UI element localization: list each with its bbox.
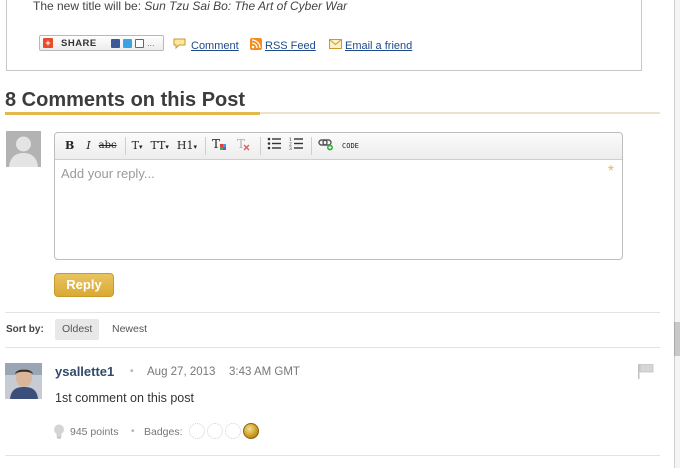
page-scrollbar[interactable] xyxy=(674,0,680,468)
editor-toolbar: B I abc T▾ TT▾ H1▾ T T 1 2 3 CODE xyxy=(55,133,622,160)
divider xyxy=(5,347,660,348)
numbered-list-icon: 1 2 3 xyxy=(289,137,304,152)
sort-oldest[interactable]: Oldest xyxy=(55,319,100,340)
dropdown-arrow-icon: ▾ xyxy=(165,143,169,151)
text-color-button[interactable]: T xyxy=(209,137,231,155)
bullet-list-icon xyxy=(267,137,282,150)
svg-text:T: T xyxy=(212,137,220,151)
lightbulb-icon xyxy=(54,424,64,439)
numbered-list-button[interactable]: 1 2 3 xyxy=(286,137,306,155)
dropdown-arrow-icon: ▾ xyxy=(193,143,198,151)
post-box: The new title will be: Sun Tzu Sai Bo: T… xyxy=(6,0,642,71)
separator-dot: • xyxy=(130,366,134,377)
comment-time: 3:43 AM GMT xyxy=(229,366,300,378)
bold-button[interactable]: B xyxy=(62,137,77,155)
heading-label: H1 xyxy=(176,139,194,152)
page-scrollbar-thumb[interactable] xyxy=(674,322,680,356)
font-size-button[interactable]: T▾ xyxy=(129,137,146,155)
reply-textarea-placeholder[interactable]: Add your reply... xyxy=(61,166,155,181)
twitter-icon xyxy=(122,38,132,48)
post-title-italic: Sun Tzu Sai Bo: The Art of Cyber War xyxy=(144,0,348,13)
comment-body: 1st comment on this post xyxy=(55,391,194,405)
clear-format-icon: T xyxy=(237,137,250,151)
badge-empty-icon xyxy=(189,423,205,439)
badge-empty-icon xyxy=(225,423,241,439)
user-silhouette-icon xyxy=(9,136,38,167)
code-button[interactable]: CODE xyxy=(339,137,362,155)
font-scale-label: TT xyxy=(150,139,166,152)
toolbar-separator xyxy=(124,137,126,155)
text-color-icon: T xyxy=(212,137,227,151)
comments-heading: 8 Comments on this Post xyxy=(5,89,246,111)
comment-icon xyxy=(173,38,186,49)
divider xyxy=(5,455,660,456)
badge-gold-icon[interactable] xyxy=(243,423,259,439)
facebook-icon xyxy=(110,38,120,48)
italic-button[interactable]: I xyxy=(83,137,93,155)
clear-format-button[interactable]: T xyxy=(233,137,255,155)
comment-link[interactable]: Comment xyxy=(191,40,239,52)
svg-text:T: T xyxy=(237,137,245,151)
badge-empty-icon xyxy=(207,423,223,439)
email-friend-link[interactable]: Email a friend xyxy=(345,40,412,52)
strikethrough-button[interactable]: abc xyxy=(96,137,120,155)
reply-button[interactable]: Reply xyxy=(54,273,114,297)
current-user-avatar xyxy=(6,131,41,167)
comment-author-name[interactable]: ysallette1 xyxy=(55,364,114,379)
plus-icon: + xyxy=(43,38,53,48)
toolbar-separator xyxy=(205,137,207,155)
share-label: SHARE xyxy=(61,37,97,49)
insert-link-button[interactable] xyxy=(315,137,337,155)
svg-text:3: 3 xyxy=(289,146,292,150)
email-icon xyxy=(134,38,144,48)
heading-button[interactable]: H1▾ xyxy=(174,137,200,155)
divider xyxy=(5,312,660,313)
rss-icon xyxy=(250,38,262,50)
required-star-icon: * xyxy=(607,163,614,180)
bullet-list-button[interactable] xyxy=(264,137,284,155)
badges-label: Badges: xyxy=(144,426,183,438)
separator-dot: • xyxy=(131,426,135,437)
toolbar-separator xyxy=(260,137,262,155)
share-button[interactable]: + SHARE … xyxy=(39,35,164,51)
toolbar-separator xyxy=(311,137,313,155)
more-icon: … xyxy=(146,38,155,48)
post-title-prefix: The new title will be: xyxy=(33,0,142,13)
font-size-label: T xyxy=(131,139,139,152)
comment-points: 945 points xyxy=(70,426,119,438)
heading-accent-underline xyxy=(5,112,260,115)
avatar-photo xyxy=(5,363,42,399)
envelope-icon xyxy=(329,39,342,49)
link-icon xyxy=(318,139,334,151)
dropdown-arrow-icon: ▾ xyxy=(138,143,143,151)
sort-newest[interactable]: Newest xyxy=(105,319,154,340)
rss-feed-link[interactable]: RSS Feed xyxy=(265,40,316,52)
reply-editor: B I abc T▾ TT▾ H1▾ T T 1 2 3 CODE Add yo… xyxy=(54,132,623,260)
font-scale-button[interactable]: TT▾ xyxy=(148,137,172,155)
post-new-title-line: The new title will be: Sun Tzu Sai Bo: T… xyxy=(33,0,347,13)
comment-author-avatar[interactable] xyxy=(5,363,42,399)
comment-date: Aug 27, 2013 xyxy=(147,366,216,378)
flag-icon[interactable] xyxy=(637,363,655,379)
sort-label: Sort by: xyxy=(6,324,44,335)
